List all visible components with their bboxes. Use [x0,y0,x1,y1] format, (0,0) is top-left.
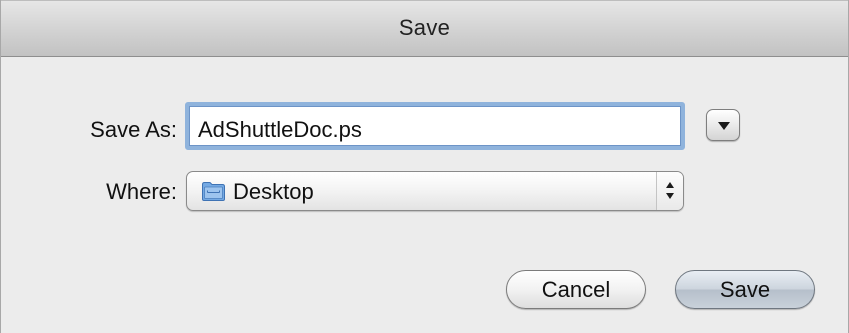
cancel-button[interactable]: Cancel [506,270,646,309]
arrow-down-icon [666,193,674,199]
folder-icon [202,182,225,201]
file-name-input[interactable] [185,102,685,150]
save-button[interactable]: Save [675,270,815,309]
popup-stepper-arrows[interactable] [656,172,683,210]
disclosure-triangle-icon [718,122,730,130]
arrow-up-icon [666,182,674,188]
save-as-label: Save As: [90,117,177,142]
where-location-popup[interactable]: Desktop [186,171,684,211]
where-value: Desktop [233,179,314,204]
where-label: Where: [106,179,177,204]
save-dialog: Save Save As: Where: Desktop Cancel Save [0,0,849,333]
expand-dialog-button[interactable] [706,109,740,141]
window-title: Save [398,15,451,40]
title-bar[interactable]: Save [1,0,848,57]
